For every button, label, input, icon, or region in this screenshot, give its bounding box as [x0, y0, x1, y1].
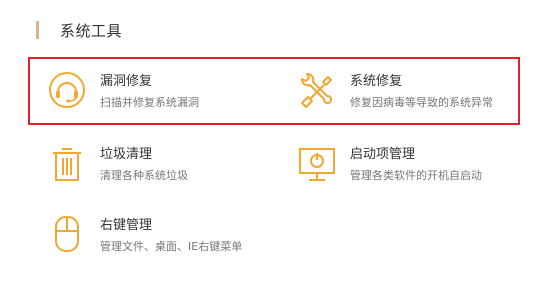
section-header: 系统工具	[36, 20, 122, 40]
tool-system-repair[interactable]: 系统修复 修复因病毒等导致的系统异常	[297, 70, 493, 110]
tool-name: 系统修复	[350, 74, 403, 89]
tool-desc: 管理文件、桌面、IE右键菜单	[100, 240, 243, 253]
wrench-screwdriver-icon	[297, 70, 337, 110]
section-title: 系统工具	[60, 21, 123, 40]
tool-name: 垃圾清理	[100, 147, 153, 162]
tool-name: 漏洞修复	[100, 74, 153, 89]
headset-shield-icon	[47, 70, 87, 110]
monitor-power-icon	[297, 143, 337, 183]
tool-desc: 扫描并修复系统漏洞	[100, 96, 199, 109]
tool-name: 启动项管理	[350, 147, 416, 162]
tool-desc: 修复因病毒等导致的系统异常	[350, 96, 493, 109]
tool-desc: 管理各类软件的开机自启动	[350, 169, 482, 182]
tool-startup-manager[interactable]: 启动项管理 管理各类软件的开机自启动	[297, 143, 482, 183]
section-accent-bar	[36, 21, 39, 39]
mouse-icon	[47, 214, 87, 254]
trash-can-icon	[47, 143, 87, 183]
tool-desc: 清理各种系统垃圾	[100, 169, 188, 182]
tool-context-menu-manager[interactable]: 右键管理 管理文件、桌面、IE右键菜单	[47, 214, 242, 254]
tool-name: 右键管理	[100, 218, 153, 233]
tool-junk-cleanup[interactable]: 垃圾清理 清理各种系统垃圾	[47, 143, 188, 183]
tool-vulnerability-fix[interactable]: 漏洞修复 扫描并修复系统漏洞	[47, 70, 199, 110]
